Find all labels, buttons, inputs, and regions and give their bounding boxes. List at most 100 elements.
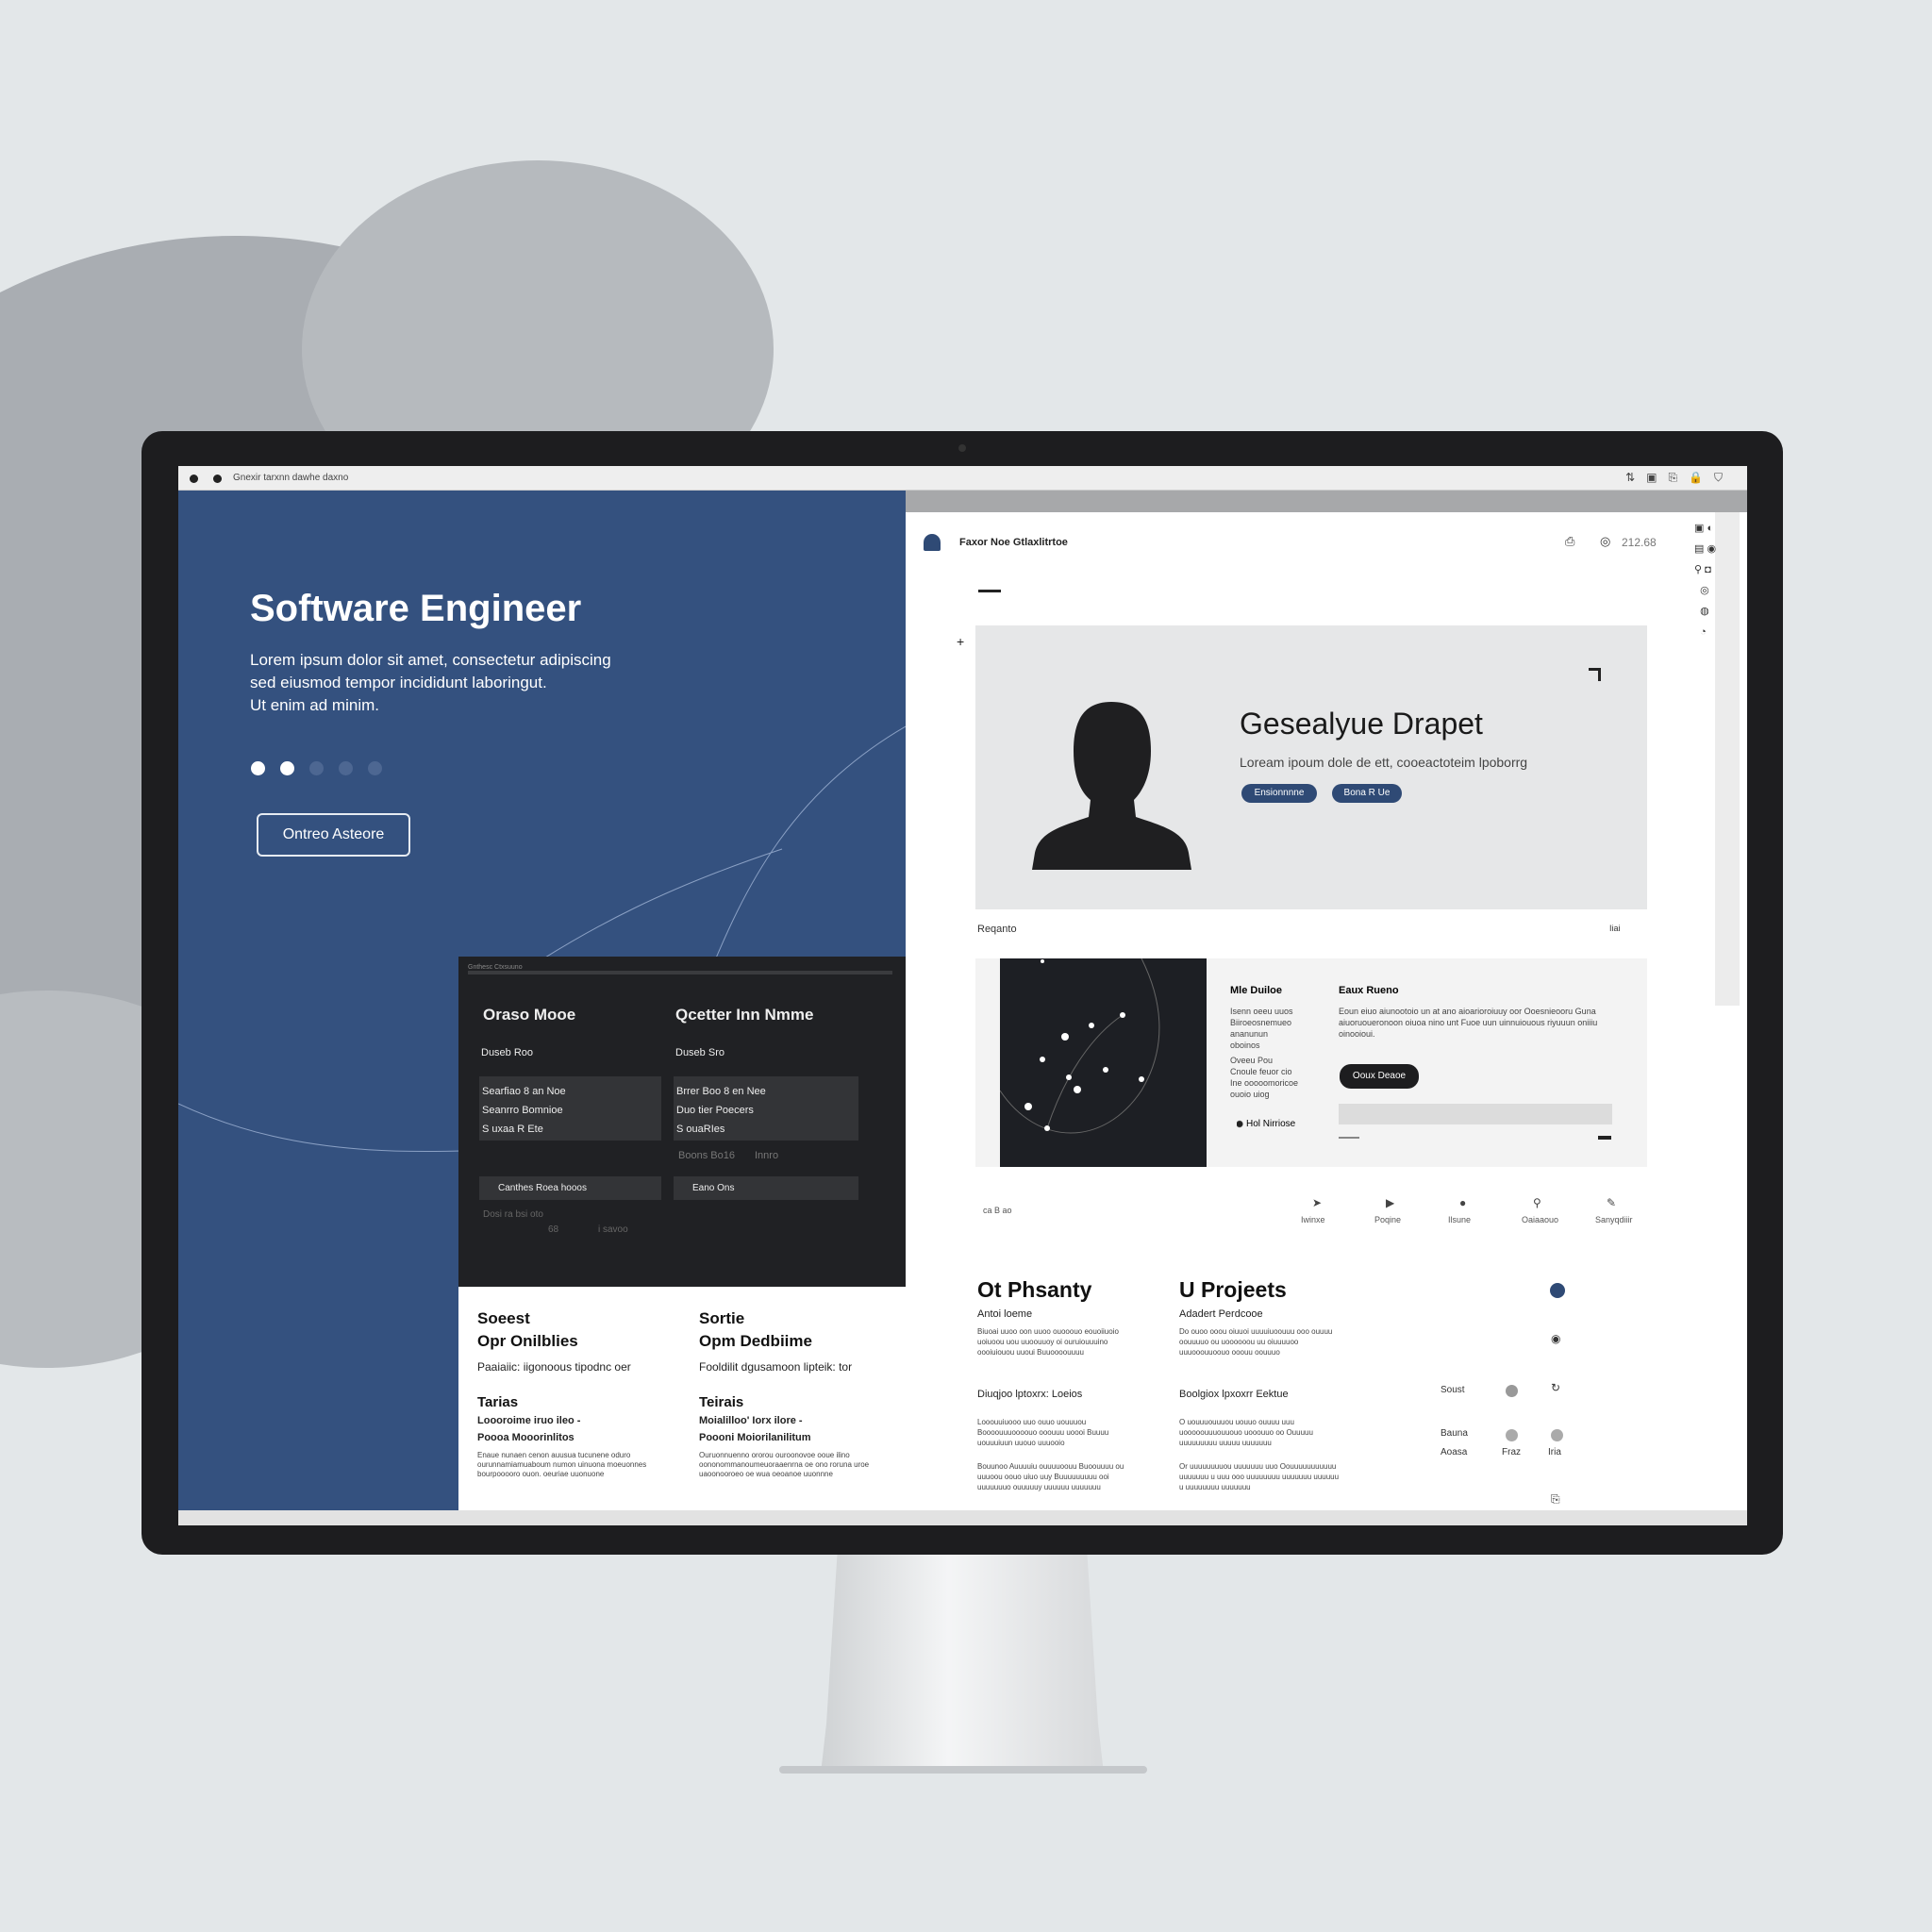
lower-title-1: Sortie xyxy=(699,1309,745,1327)
nav-label[interactable]: Ilsune xyxy=(1448,1215,1471,1224)
app-logo-icon xyxy=(924,534,941,551)
feature-col1-link[interactable]: Hol Nirriose xyxy=(1230,1119,1296,1129)
nav-label[interactable]: Poqine xyxy=(1374,1215,1401,1224)
corner-mark xyxy=(1589,668,1601,681)
carousel-dot[interactable] xyxy=(280,761,294,775)
section-heading: Diuqjoo lptoxrx: Loeios xyxy=(977,1389,1083,1400)
list-item[interactable]: Seanrro Bomnioe xyxy=(482,1101,658,1120)
circle-icon[interactable]: ● xyxy=(1459,1196,1466,1209)
play-icon[interactable]: ▶ xyxy=(1386,1196,1394,1209)
col2-meta-2: Innro xyxy=(755,1150,779,1161)
side-dot[interactable] xyxy=(1506,1385,1518,1397)
carousel-dot[interactable] xyxy=(251,761,265,775)
col1-meta-2: i savoo xyxy=(598,1224,628,1235)
list-item[interactable]: Duo tier Poecers xyxy=(676,1101,856,1120)
side-dot[interactable] xyxy=(1506,1429,1518,1441)
pen-icon[interactable]: ✎ xyxy=(1607,1196,1616,1209)
side-label-1: Soust xyxy=(1441,1385,1465,1395)
feature-col2-title: Eaux Rueno xyxy=(1339,985,1399,996)
section-paragraph: Or uuuuuuuuou uuuuuuu uuo Oouuuuuuuuuuu … xyxy=(1179,1462,1340,1491)
window-min-dot[interactable] xyxy=(213,475,222,483)
col2-action-button[interactable]: Eano Ons xyxy=(674,1176,858,1200)
monitor-stand xyxy=(821,1547,1104,1774)
feature-col1-text-a: Isenn oeeu uuos Biiroeosnemueo ananunun … xyxy=(1230,1007,1293,1050)
dark-mode-card: Gnthesc Ctxsuuno Oraso Mooe Qcetter Inn … xyxy=(458,957,906,1287)
feature-col1-title: Mle Duiloe xyxy=(1230,985,1283,996)
hero-title: Software Engineer xyxy=(250,588,582,629)
small-icons[interactable]: ca B ao xyxy=(983,1206,1012,1215)
section-heading: Boolgiox lpxoxrr Eektue xyxy=(1179,1389,1289,1400)
document-icon[interactable]: ⎘ xyxy=(1551,1492,1560,1507)
feature-card: Mle Duiloe Isenn oeeu uuos Biiroeosnemue… xyxy=(975,958,1647,1167)
dark-card-topbar: Gnthesc Ctxsuuno xyxy=(468,964,892,974)
section-right[interactable]: Iiai xyxy=(1609,924,1621,933)
right-top-strip xyxy=(906,491,1747,512)
side-dot[interactable] xyxy=(1551,1429,1563,1441)
side-label-4: Fraz xyxy=(1502,1447,1521,1457)
window-close-dot[interactable] xyxy=(190,475,198,483)
bottom-bar xyxy=(178,1510,1747,1525)
camera-icon[interactable]: ◉ xyxy=(1551,1332,1560,1345)
section-paragraph: Looouuiuooo uuo ouuo uouuuou Boooouuuooo… xyxy=(977,1418,1109,1447)
section-title: Ot Phsanty xyxy=(977,1277,1092,1302)
hero-line-3: Ut enim ad minim. xyxy=(250,696,379,714)
url-text[interactable]: Gnexir tarxnn dawhe daxno xyxy=(233,473,348,483)
col1-action-button[interactable]: Canthes Roea hooos xyxy=(479,1176,661,1200)
section-paragraph: O uouuuouuuou uouuo ouuuu uuu uooooouuuo… xyxy=(1179,1418,1313,1447)
monitor-base-shadow xyxy=(779,1766,1147,1774)
hero-panel: Software Engineer Lorem ipsum dolor sit … xyxy=(178,491,906,1510)
carousel-dot[interactable] xyxy=(339,761,353,775)
notification-icon[interactable]: ⎙ xyxy=(1565,534,1574,549)
plus-icon[interactable]: + xyxy=(957,634,964,649)
list-item[interactable]: Brrer Boo 8 en Nee xyxy=(676,1082,856,1101)
nav-label[interactable]: Iwinxe xyxy=(1301,1215,1325,1224)
app-title: Faxor Noe Gtlaxlitrtoe xyxy=(959,537,1068,548)
profile-button-2[interactable]: Bona R Ue xyxy=(1332,784,1402,803)
carousel-dot[interactable] xyxy=(309,761,324,775)
section-label: Reqanto xyxy=(977,924,1017,935)
col2-list: Brrer Boo 8 en Nee Duo tier Poecers S ou… xyxy=(674,1076,858,1141)
avatar-silhouette xyxy=(1032,702,1191,870)
col1-list: Searfiao 8 an Noe Seanrro Bomnioe S uxaa… xyxy=(479,1076,661,1141)
profile-subtitle: Loream ipoum dole de ett, cooeactoteim l… xyxy=(1240,755,1528,770)
list-item[interactable]: S ouaRIes xyxy=(676,1120,856,1139)
side-label-3: Aoasa xyxy=(1441,1447,1468,1457)
feature-button[interactable]: Ooux Deaoe xyxy=(1340,1064,1419,1089)
col1-footer: Dosi ra bsi oto xyxy=(483,1209,543,1220)
lower-title-2: Opr Onilblies xyxy=(477,1332,578,1350)
arrow-icon[interactable]: ➤ xyxy=(1312,1196,1322,1209)
list-item[interactable]: Searfiao 8 an Noe xyxy=(482,1082,658,1101)
section-paragraph: Bouunoo Auuuuiu ouuuuoouu Buoouuuu ou uu… xyxy=(977,1462,1124,1491)
section-title: U Projeets xyxy=(1179,1277,1287,1302)
carousel-dots[interactable] xyxy=(251,761,382,775)
nav-label[interactable]: Sanyqdiiir xyxy=(1595,1215,1633,1224)
hero-cta-button[interactable]: Ontreo Asteore xyxy=(257,813,410,857)
hero-line-1: Lorem ipsum dolor sit amet, consectetur … xyxy=(250,651,611,669)
right-sidebar-scroll[interactable] xyxy=(1715,512,1740,1006)
profile-button-1[interactable]: Ensionnnne xyxy=(1241,784,1317,803)
col1-title: Oraso Mooe xyxy=(483,1006,576,1024)
status-dot-accent[interactable] xyxy=(1550,1283,1565,1298)
lower-line-1: Loooroime iruo ileo - xyxy=(477,1415,581,1426)
lower-title-1: Soeest xyxy=(477,1309,530,1327)
sidebar-icons[interactable]: ▣ ◐ ▤ ◉ ⚲ ◘ ◎ ◍ ◔ xyxy=(1694,518,1716,642)
hero-line-2: sed eiusmod tempor incididunt laboringut… xyxy=(250,674,547,691)
feature-input-bar[interactable] xyxy=(1339,1104,1612,1124)
carousel-dot[interactable] xyxy=(368,761,382,775)
section-subtitle: Antoi loeme xyxy=(977,1308,1033,1320)
pin-icon[interactable]: ⚲ xyxy=(1533,1196,1541,1209)
section-subtitle: Adadert Perdcooe xyxy=(1179,1308,1263,1320)
globe-icon[interactable]: ◎ xyxy=(1600,534,1610,549)
lower-subtitle: Fooldilit dgusamoon lipteik: tor xyxy=(699,1360,853,1374)
refresh-icon[interactable]: ↻ xyxy=(1551,1381,1560,1394)
lower-title-2: Opm Dedbiime xyxy=(699,1332,812,1350)
screen: Gnexir tarxnn dawhe daxno ⇅▣⎘🔒⛉ Software… xyxy=(178,466,1747,1525)
lower-heading: Teirais xyxy=(699,1394,744,1410)
menu-dash[interactable] xyxy=(978,590,1001,592)
list-item[interactable]: S uxaa R Ete xyxy=(482,1120,658,1139)
toolbar-icons[interactable]: ⇅▣⎘🔒⛉ xyxy=(1625,471,1734,485)
profile-card: Gesealyue Drapet Loream ipoum dole de et… xyxy=(975,625,1647,909)
feature-col2-body: Eoun eiuo aiunootoio un at ano aioarioro… xyxy=(1339,1007,1598,1039)
lower-line-2: Poooni Moiorilanilitum xyxy=(699,1432,811,1443)
nav-label[interactable]: Oaiaaouo xyxy=(1522,1215,1558,1224)
